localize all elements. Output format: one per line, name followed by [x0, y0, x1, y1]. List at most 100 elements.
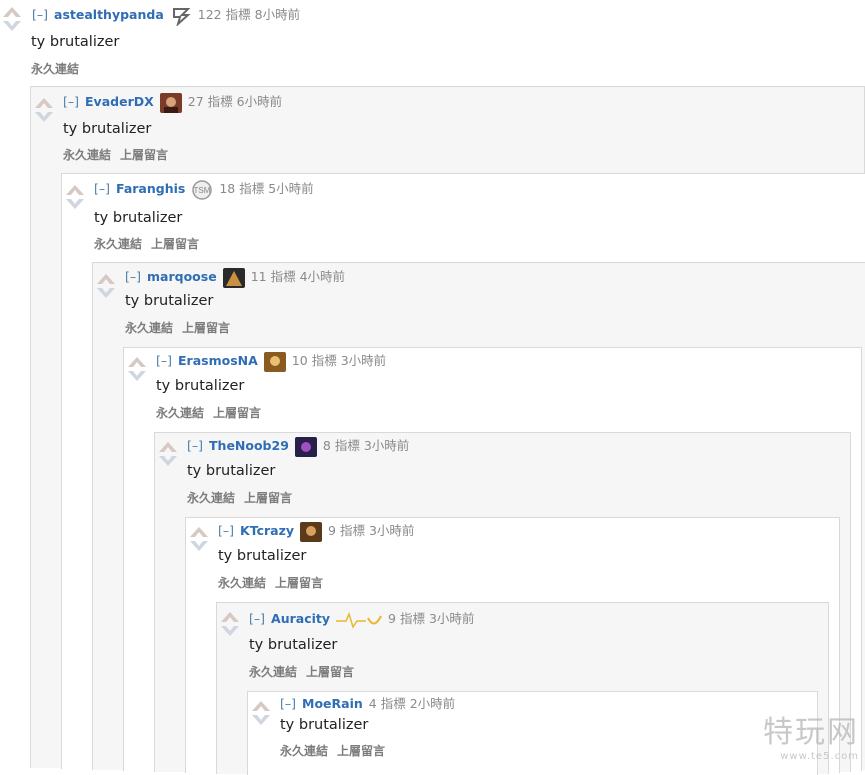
comment-author[interactable]: Auracity	[271, 611, 330, 626]
score-value: 11	[250, 269, 267, 284]
comment-meta: 4 指標 2小時前	[369, 696, 455, 711]
score-value: 4	[368, 696, 377, 711]
champion-avatar-icon	[159, 92, 182, 113]
downvote-arrow-icon[interactable]	[251, 714, 271, 726]
collapse-toggle[interactable]: [–]	[94, 181, 110, 196]
upvote-arrow-icon[interactable]	[127, 356, 147, 368]
points-label: 指標	[339, 523, 365, 538]
downvote-arrow-icon[interactable]	[158, 455, 178, 467]
permalink-link[interactable]: 永久連結	[31, 62, 79, 76]
comment-tagline: [–] MoeRain 4 指標 2小時前	[280, 694, 455, 714]
downvote-arrow-icon[interactable]	[34, 111, 54, 123]
comment-author[interactable]: ErasmosNA	[178, 353, 258, 368]
collapse-toggle[interactable]: [–]	[280, 696, 296, 711]
champion-avatar-icon	[222, 267, 245, 288]
comment-buttons: 永久連結 上層留言	[94, 235, 208, 252]
parent-link[interactable]: 上層留言	[244, 491, 292, 505]
comment-buttons: 永久連結 上層留言	[156, 404, 270, 421]
permalink-link[interactable]: 永久連結	[63, 148, 111, 162]
comment-author[interactable]: astealthypanda	[54, 7, 164, 22]
permalink-link[interactable]: 永久連結	[218, 576, 266, 590]
comment-body: ty brutalizer	[249, 637, 338, 653]
timestamp: 2小時前	[409, 696, 456, 711]
comment-body: ty brutalizer	[280, 717, 369, 733]
vote-buttons	[220, 611, 240, 637]
parent-link[interactable]: 上層留言	[213, 406, 261, 420]
comment-author[interactable]: marqoose	[147, 269, 217, 284]
comment-meta: 11 指標 4小時前	[251, 269, 345, 284]
upvote-arrow-icon[interactable]	[2, 6, 22, 18]
parent-link[interactable]: 上層留言	[275, 576, 323, 590]
permalink-link[interactable]: 永久連結	[94, 237, 142, 251]
watermark-logo-text: 特玩网	[763, 715, 859, 750]
downvote-arrow-icon[interactable]	[127, 370, 147, 382]
comment-author[interactable]: MoeRain	[302, 696, 363, 711]
points-label: 指標	[225, 7, 251, 22]
collapse-toggle[interactable]: [–]	[249, 611, 265, 626]
collapse-toggle[interactable]: [–]	[32, 7, 48, 22]
parent-link[interactable]: 上層留言	[151, 237, 199, 251]
comment-0: [–] astealthypanda 122 指標 8小時前 ty brutalize…	[0, 0, 865, 90]
comment-meta: 9 指標 3小時前	[328, 523, 414, 538]
permalink-link[interactable]: 永久連結	[280, 744, 328, 758]
parent-link[interactable]: 上層留言	[120, 148, 168, 162]
comment-buttons: 永久連結 上層留言	[280, 742, 394, 759]
comment-6: [–] KTcrazy 9 指標 3小時前 ty brutalizer 永久連結 上層留…	[185, 517, 840, 775]
comment-meta: 27 指標 6小時前	[188, 94, 282, 109]
score-value: 10	[291, 353, 308, 368]
watermark-url: www.te5.com	[780, 751, 859, 762]
upvote-arrow-icon[interactable]	[251, 700, 271, 712]
comment-buttons: 永久連結 上層留言	[249, 663, 363, 680]
collapse-toggle[interactable]: [–]	[218, 523, 234, 538]
timestamp: 3小時前	[340, 353, 387, 368]
collapse-toggle[interactable]: [–]	[63, 94, 79, 109]
comment-body: ty brutalizer	[156, 378, 245, 394]
downvote-arrow-icon[interactable]	[189, 540, 209, 552]
comment-buttons: 永久連結 上層留言	[187, 489, 301, 506]
comment-2: [–] Faranghis TSM 18 指標 5小時前 ty brutalizer 永…	[61, 173, 865, 775]
comment-meta: 10 指標 3小時前	[292, 353, 386, 368]
permalink-link[interactable]: 永久連結	[187, 491, 235, 505]
upvote-arrow-icon[interactable]	[96, 273, 116, 285]
points-label: 指標	[380, 696, 406, 711]
downvote-arrow-icon[interactable]	[2, 20, 22, 32]
score-value: 18	[219, 181, 236, 196]
collapse-toggle[interactable]: [–]	[156, 353, 172, 368]
comment-author[interactable]: EvaderDX	[85, 94, 154, 109]
champion-avatar-icon	[263, 351, 286, 372]
collapse-toggle[interactable]: [–]	[125, 269, 141, 284]
vote-buttons	[251, 700, 271, 726]
downvote-arrow-icon[interactable]	[96, 287, 116, 299]
upvote-arrow-icon[interactable]	[34, 97, 54, 109]
comment-tagline: [–] EvaderDX 27 指標 6小時前	[63, 92, 282, 113]
comment-tagline: [–] astealthypanda 122 指標 8小時前	[32, 5, 300, 26]
upvote-arrow-icon[interactable]	[158, 441, 178, 453]
permalink-link[interactable]: 永久連結	[249, 665, 297, 679]
comment-3: [–] marqoose 11 指標 4小時前 ty brutalizer 永久連結上…	[92, 262, 865, 775]
upvote-arrow-icon[interactable]	[65, 184, 85, 196]
comment-author[interactable]: TheNoob29	[209, 438, 289, 453]
comment-body: ty brutalizer	[31, 34, 120, 50]
timestamp: 6小時前	[236, 94, 283, 109]
collapse-toggle[interactable]: [–]	[187, 438, 203, 453]
comment-body: ty brutalizer	[63, 121, 152, 137]
comment-buttons: 永久連結 上層留言	[63, 146, 177, 163]
parent-link[interactable]: 上層留言	[337, 744, 385, 758]
comment-meta: 122 指標 8小時前	[198, 7, 300, 22]
comment-author[interactable]: Faranghis	[116, 181, 185, 196]
permalink-link[interactable]: 永久連結	[125, 321, 173, 335]
upvote-arrow-icon[interactable]	[189, 526, 209, 538]
permalink-link[interactable]: 永久連結	[156, 406, 204, 420]
points-label: 指標	[270, 269, 296, 284]
champion-avatar-icon	[294, 436, 317, 457]
comment-tagline: [–] Auracity 9 指標 3小時前	[249, 609, 474, 630]
downvote-arrow-icon[interactable]	[65, 198, 85, 210]
downvote-arrow-icon[interactable]	[220, 625, 240, 637]
site-watermark: 特玩网 www.te5.com	[763, 707, 859, 762]
points-label: 指標	[334, 438, 360, 453]
comment-5: [–] TheNoob29 8 指標 3小時前 ty brutalizer 永久連結上…	[154, 432, 851, 775]
parent-link[interactable]: 上層留言	[306, 665, 354, 679]
parent-link[interactable]: 上層留言	[182, 321, 230, 335]
upvote-arrow-icon[interactable]	[220, 611, 240, 623]
comment-author[interactable]: KTcrazy	[240, 523, 294, 538]
